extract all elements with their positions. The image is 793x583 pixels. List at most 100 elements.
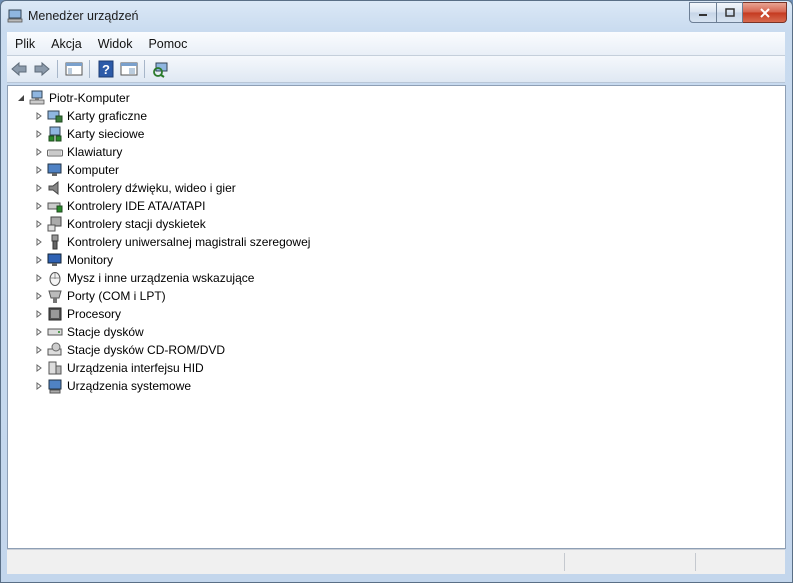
hid-icon <box>48 361 62 375</box>
window-title: Menedżer urządzeń <box>28 9 139 23</box>
computer-icon <box>29 90 45 105</box>
tree-category-item[interactable]: Porty (COM i LPT) <box>8 287 310 305</box>
properties-icon <box>120 62 138 76</box>
tree-category-item[interactable]: Kontrolery IDE ATA/ATAPI <box>8 197 310 215</box>
processor-icon <box>48 307 62 321</box>
mouse-icon <box>49 272 61 286</box>
usb-icon <box>51 234 59 250</box>
menu-widok[interactable]: Widok <box>90 37 141 51</box>
tree-category-item[interactable]: Kontrolery dźwięku, wideo i gier <box>8 179 310 197</box>
expand-arrow-icon[interactable] <box>34 129 44 139</box>
show-hide-tree-button[interactable] <box>63 58 85 80</box>
toolbar-separator <box>57 60 58 78</box>
tree-category-label: Monitory <box>67 253 114 267</box>
device-tree-pane[interactable]: Piotr-Komputer Karty graficzne Karty siec… <box>7 85 786 549</box>
keyboard-icon <box>47 149 63 157</box>
tree-category-item[interactable]: Klawiatury <box>8 143 310 161</box>
properties-button[interactable] <box>118 58 140 80</box>
status-segment <box>564 553 565 571</box>
forward-button[interactable] <box>31 58 53 80</box>
forward-icon <box>34 61 50 77</box>
network-adapter-icon <box>48 126 62 142</box>
expand-arrow-icon[interactable] <box>34 273 44 283</box>
tree-category-item[interactable]: Komputer <box>8 161 310 179</box>
expand-arrow-icon[interactable] <box>34 111 44 121</box>
tree-root-label: Piotr-Komputer <box>49 91 130 105</box>
tree-category-label: Komputer <box>67 163 120 177</box>
tree-category-item[interactable]: Stacje dysków CD-ROM/DVD <box>8 341 310 359</box>
computer-monitor-icon <box>47 163 62 176</box>
menu-bar: Plik Akcja Widok Pomoc <box>7 32 785 56</box>
scan-hardware-button[interactable] <box>150 58 172 80</box>
expand-arrow-icon[interactable] <box>34 381 44 391</box>
expand-arrow-icon[interactable] <box>34 147 44 157</box>
tree-category-item[interactable]: Karty sieciowe <box>8 125 310 143</box>
floppy-controller-icon <box>47 216 62 232</box>
device-manager-icon <box>7 9 23 23</box>
system-devices-icon <box>48 379 62 394</box>
expand-arrow-icon[interactable] <box>34 363 44 373</box>
category-list: Karty graficzne Karty sieciowe Klawiatury K… <box>8 107 310 395</box>
tree-category-label: Kontrolery uniwersalnej magistrali szere… <box>67 235 311 249</box>
expand-arrow-icon[interactable] <box>34 219 44 229</box>
expand-arrow-icon[interactable] <box>34 165 44 175</box>
tree-category-label: Karty sieciowe <box>67 127 145 141</box>
expand-arrow-icon[interactable] <box>34 183 44 193</box>
toolbar-separator <box>89 60 90 78</box>
menu-pomoc[interactable]: Pomoc <box>140 37 195 51</box>
expand-arrow-icon[interactable] <box>34 255 44 265</box>
scan-hardware-changes-icon <box>153 62 168 78</box>
tree-category-item[interactable]: Karty graficzne <box>8 107 310 125</box>
minimize-icon <box>699 13 707 16</box>
tree-category-label: Kontrolery IDE ATA/ATAPI <box>67 199 206 213</box>
tree-root[interactable]: Piotr-Komputer <box>8 89 310 107</box>
status-bar <box>7 549 785 574</box>
tree-category-label: Kontrolery dźwięku, wideo i gier <box>67 181 236 195</box>
help-button[interactable]: ? <box>95 58 117 80</box>
back-button[interactable] <box>8 58 30 80</box>
tree-category-label: Kontrolery stacji dyskietek <box>67 217 206 231</box>
tree-category-label: Stacje dysków CD-ROM/DVD <box>67 343 226 357</box>
tree-category-label: Mysz i inne urządzenia wskazujące <box>67 271 255 285</box>
expand-arrow-icon[interactable] <box>34 291 44 301</box>
tree-category-label: Klawiatury <box>67 145 123 159</box>
toolbar-separator <box>144 60 145 78</box>
display-adapter-icon <box>47 110 63 123</box>
expand-arrow-icon[interactable] <box>34 201 44 211</box>
tree-category-label: Porty (COM i LPT) <box>67 289 166 303</box>
tree-category-item[interactable]: Kontrolery uniwersalnej magistrali szere… <box>8 233 310 251</box>
expand-arrow-icon[interactable] <box>34 237 44 247</box>
menu-plik[interactable]: Plik <box>7 37 43 51</box>
tree-category-item[interactable]: Urządzenia interfejsu HID <box>8 359 310 377</box>
minimize-button[interactable] <box>689 2 717 23</box>
expand-arrow-icon[interactable] <box>34 345 44 355</box>
maximize-button[interactable] <box>717 2 743 23</box>
tree-category-item[interactable]: Urządzenia systemowe <box>8 377 310 395</box>
tree-category-item[interactable]: Stacje dysków <box>8 323 310 341</box>
tree-category-label: Procesory <box>67 307 122 321</box>
close-button[interactable] <box>743 2 787 23</box>
maximize-icon <box>724 8 735 17</box>
help-icon: ? <box>98 60 114 78</box>
close-icon <box>759 7 770 18</box>
port-icon <box>48 290 62 303</box>
expand-arrow-icon[interactable] <box>34 327 44 337</box>
tree-category-label: Karty graficzne <box>67 109 148 123</box>
back-icon <box>11 61 27 77</box>
tree-category-item[interactable]: Kontrolery stacji dyskietek <box>8 215 310 233</box>
title-bar[interactable]: Menedżer urządzeń <box>1 1 792 31</box>
speaker-icon <box>48 180 59 196</box>
menu-akcja[interactable]: Akcja <box>43 37 90 51</box>
tree-category-label: Urządzenia systemowe <box>67 379 192 393</box>
tree-category-label: Urządzenia interfejsu HID <box>67 361 204 375</box>
tree-category-item[interactable]: Mysz i inne urządzenia wskazujące <box>8 269 310 287</box>
tree-category-item[interactable]: Procesory <box>8 305 310 323</box>
collapse-arrow-icon[interactable] <box>16 93 26 103</box>
monitor-icon <box>47 253 62 266</box>
expand-arrow-icon[interactable] <box>34 309 44 319</box>
ide-controller-icon <box>47 202 63 213</box>
svg-text:?: ? <box>102 62 110 77</box>
tree-category-item[interactable]: Monitory <box>8 251 310 269</box>
toolbar: ? <box>7 56 785 83</box>
status-segment <box>695 553 696 571</box>
